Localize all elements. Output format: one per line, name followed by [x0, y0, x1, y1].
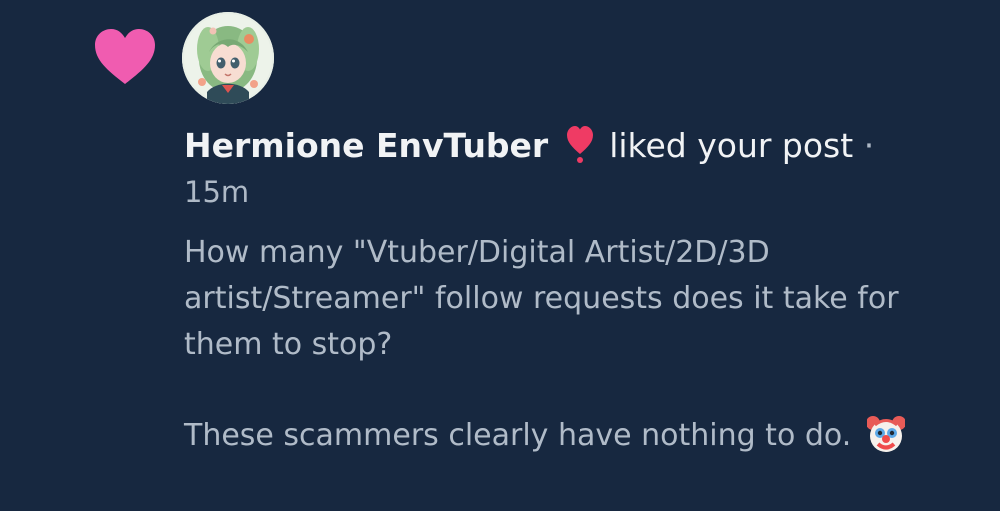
- author-name[interactable]: Hermione EnvTuber: [184, 126, 548, 165]
- heart-exclamation-icon: [566, 126, 593, 163]
- heart-icon: [95, 29, 155, 84]
- separator-dot: ·: [863, 126, 875, 165]
- notification-time: 15m: [184, 175, 250, 209]
- notification-headline: Hermione EnvTuber liked your post ·: [184, 124, 984, 168]
- notification-action: liked your post: [609, 126, 854, 165]
- clown-face-icon: [866, 416, 905, 452]
- post-text-paragraph-2-text: These scammers clearly have nothing to d…: [184, 418, 852, 453]
- avatar[interactable]: [182, 12, 274, 104]
- like-notification[interactable]: Hermione EnvTuber liked your post · 15m …: [0, 0, 1000, 511]
- post-text-paragraph-2[interactable]: These scammers clearly have nothing to d…: [184, 413, 984, 459]
- post-text-paragraph-1[interactable]: How many "Vtuber/Digital Artist/2D/3D ar…: [184, 230, 984, 368]
